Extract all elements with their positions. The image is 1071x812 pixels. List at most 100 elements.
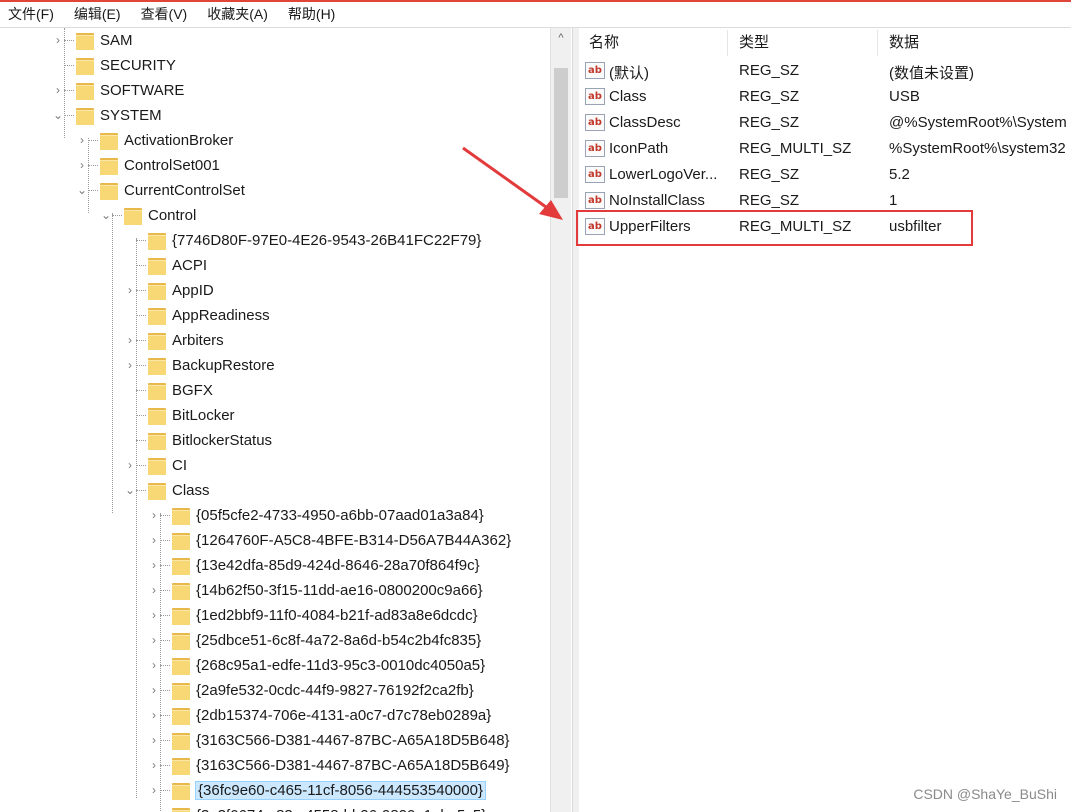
chevron-right-icon[interactable]: ›: [148, 709, 160, 721]
tree-item[interactable]: › AppID: [0, 278, 572, 303]
tree-item-label[interactable]: Control: [148, 207, 196, 224]
chevron-right-icon[interactable]: ›: [148, 609, 160, 621]
value-row[interactable]: ab Class REG_SZ USB: [579, 84, 1071, 110]
chevron-right-icon[interactable]: ›: [148, 634, 160, 646]
chevron-down-icon[interactable]: ⌄: [100, 209, 112, 221]
menu-file[interactable]: 文件(F): [8, 4, 54, 24]
tree-item-label[interactable]: {05f5cfe2-4733-4950-a6bb-07aad01a3a84}: [196, 507, 484, 524]
tree-item[interactable]: ACPI: [0, 253, 572, 278]
value-row[interactable]: ab LowerLogoVer... REG_SZ 5.2: [579, 162, 1071, 188]
column-separator[interactable]: [877, 30, 878, 56]
chevron-down-icon[interactable]: ⌄: [124, 484, 136, 496]
value-name[interactable]: LowerLogoVer...: [609, 166, 725, 183]
value-row[interactable]: ab (默认) REG_SZ (数值未设置): [579, 58, 1071, 84]
tree-item-label[interactable]: {3163C566-D381-4467-87BC-A65A18D5B648}: [196, 732, 510, 749]
chevron-right-icon[interactable]: ›: [76, 159, 88, 171]
tree-item-label[interactable]: {1264760F-A5C8-4BFE-B314-D56A7B44A362}: [196, 532, 511, 549]
column-separator[interactable]: [727, 30, 728, 56]
menu-view[interactable]: 查看(V): [141, 4, 188, 24]
tree-item-label[interactable]: CurrentControlSet: [124, 182, 245, 199]
tree-item[interactable]: › CI: [0, 453, 572, 478]
tree-item[interactable]: › {268c95a1-edfe-11d3-95c3-0010dc4050a5}: [0, 653, 572, 678]
tree-item-label[interactable]: SECURITY: [100, 57, 176, 74]
tree-item[interactable]: › {36fc9e60-c465-11cf-8056-444553540000}: [0, 778, 572, 803]
chevron-right-icon[interactable]: ›: [148, 534, 160, 546]
tree-item[interactable]: › {2db15374-706e-4131-a0c7-d7c78eb0289a}: [0, 703, 572, 728]
tree-item-label[interactable]: SAM: [100, 32, 133, 49]
chevron-right-icon[interactable]: ›: [76, 134, 88, 146]
tree-item[interactable]: ›{3e3f0674-c83c-4558-bb26-9820e1eba5c5}: [0, 803, 572, 812]
tree-item[interactable]: › SOFTWARE: [0, 78, 572, 103]
chevron-right-icon[interactable]: ›: [148, 784, 160, 796]
tree-item-label[interactable]: {2db15374-706e-4131-a0c7-d7c78eb0289a}: [196, 707, 491, 724]
tree-item[interactable]: › {1ed2bbf9-11f0-4084-b21f-ad83a8e6dcdc}: [0, 603, 572, 628]
tree-item-label[interactable]: {36fc9e60-c465-11cf-8056-444553540000}: [195, 781, 486, 800]
tree-item[interactable]: SECURITY: [0, 53, 572, 78]
tree-item-label[interactable]: AppID: [172, 282, 214, 299]
scroll-up-icon[interactable]: ^: [551, 28, 571, 48]
tree-item[interactable]: BitlockerStatus: [0, 428, 572, 453]
tree-item-label[interactable]: {13e42dfa-85d9-424d-8646-28a70f864f9c}: [196, 557, 480, 574]
chevron-down-icon[interactable]: ⌄: [76, 184, 88, 196]
tree-item[interactable]: › SAM: [0, 28, 572, 53]
tree-item-label[interactable]: BackupRestore: [172, 357, 275, 374]
chevron-right-icon[interactable]: ›: [124, 284, 136, 296]
tree-item[interactable]: › {2a9fe532-0cdc-44f9-9827-76192f2ca2fb}: [0, 678, 572, 703]
tree-item-label[interactable]: {7746D80F-97E0-4E26-9543-26B41FC22F79}: [172, 232, 481, 249]
chevron-down-icon[interactable]: ⌄: [52, 109, 64, 121]
chevron-right-icon[interactable]: ›: [124, 359, 136, 371]
chevron-right-icon[interactable]: ›: [148, 559, 160, 571]
tree-item[interactable]: › {05f5cfe2-4733-4950-a6bb-07aad01a3a84}: [0, 503, 572, 528]
menu-edit[interactable]: 编辑(E): [74, 4, 121, 24]
tree-item[interactable]: BGFX: [0, 378, 572, 403]
tree-item-label[interactable]: {25dbce51-6c8f-4a72-8a6d-b54c2b4fc835}: [196, 632, 481, 649]
tree-item-label[interactable]: ACPI: [172, 257, 207, 274]
chevron-right-icon[interactable]: ›: [148, 584, 160, 596]
tree-item-label[interactable]: {3e3f0674-c83c-4558-bb26-9820e1eba5c5}: [196, 807, 486, 812]
tree-item[interactable]: {7746D80F-97E0-4E26-9543-26B41FC22F79}: [0, 228, 572, 253]
value-name[interactable]: NoInstallClass: [609, 192, 725, 209]
tree-item[interactable]: › BackupRestore: [0, 353, 572, 378]
tree-item[interactable]: › {3163C566-D381-4467-87BC-A65A18D5B648}: [0, 728, 572, 753]
chevron-right-icon[interactable]: ›: [148, 659, 160, 671]
chevron-right-icon[interactable]: ›: [148, 734, 160, 746]
chevron-right-icon[interactable]: ›: [124, 459, 136, 471]
tree-item[interactable]: › {3163C566-D381-4467-87BC-A65A18D5B649}: [0, 753, 572, 778]
tree-item-label[interactable]: BitlockerStatus: [172, 432, 272, 449]
tree-item-label[interactable]: {14b62f50-3f15-11dd-ae16-0800200c9a66}: [196, 582, 483, 599]
tree-item-label[interactable]: {2a9fe532-0cdc-44f9-9827-76192f2ca2fb}: [196, 682, 474, 699]
tree-item-label[interactable]: {3163C566-D381-4467-87BC-A65A18D5B649}: [196, 757, 510, 774]
tree-item-label[interactable]: SYSTEM: [100, 107, 162, 124]
tree-item[interactable]: BitLocker: [0, 403, 572, 428]
value-name[interactable]: (默认): [609, 62, 725, 83]
tree-item-label[interactable]: ControlSet001: [124, 157, 220, 174]
tree-item[interactable]: › {14b62f50-3f15-11dd-ae16-0800200c9a66}: [0, 578, 572, 603]
chevron-right-icon[interactable]: ›: [52, 84, 64, 96]
tree-item-label[interactable]: {268c95a1-edfe-11d3-95c3-0010dc4050a5}: [196, 657, 485, 674]
value-row[interactable]: ab IconPath REG_MULTI_SZ %SystemRoot%\syste…: [579, 136, 1071, 162]
chevron-right-icon[interactable]: ›: [148, 759, 160, 771]
menu-help[interactable]: 帮助(H): [288, 4, 335, 24]
tree-item-label[interactable]: BGFX: [172, 382, 213, 399]
menu-favorites[interactable]: 收藏夹(A): [207, 4, 268, 24]
value-name[interactable]: IconPath: [609, 140, 725, 157]
tree-item[interactable]: › {13e42dfa-85d9-424d-8646-28a70f864f9c}: [0, 553, 572, 578]
tree-item[interactable]: ⌄ Class: [0, 478, 572, 503]
tree-item-label[interactable]: Arbiters: [172, 332, 224, 349]
chevron-right-icon[interactable]: ›: [52, 34, 64, 46]
tree-item-label[interactable]: BitLocker: [172, 407, 235, 424]
tree-item-label[interactable]: Class: [172, 482, 210, 499]
value-name[interactable]: ClassDesc: [609, 114, 725, 131]
tree-item[interactable]: › {1264760F-A5C8-4BFE-B314-D56A7B44A362}: [0, 528, 572, 553]
column-header-type[interactable]: 类型: [739, 28, 769, 58]
tree-item-label[interactable]: SOFTWARE: [100, 82, 184, 99]
tree-item[interactable]: › Arbiters: [0, 328, 572, 353]
value-row[interactable]: ab ClassDesc REG_SZ @%SystemRoot%\System: [579, 110, 1071, 136]
tree-item[interactable]: › {25dbce51-6c8f-4a72-8a6d-b54c2b4fc835}: [0, 628, 572, 653]
chevron-right-icon[interactable]: ›: [124, 334, 136, 346]
tree-item-label[interactable]: CI: [172, 457, 187, 474]
chevron-right-icon[interactable]: ›: [148, 684, 160, 696]
column-header-data[interactable]: 数据: [889, 28, 919, 58]
column-header-name[interactable]: 名称: [589, 28, 619, 58]
tree-item[interactable]: ⌄ SYSTEM: [0, 103, 572, 128]
